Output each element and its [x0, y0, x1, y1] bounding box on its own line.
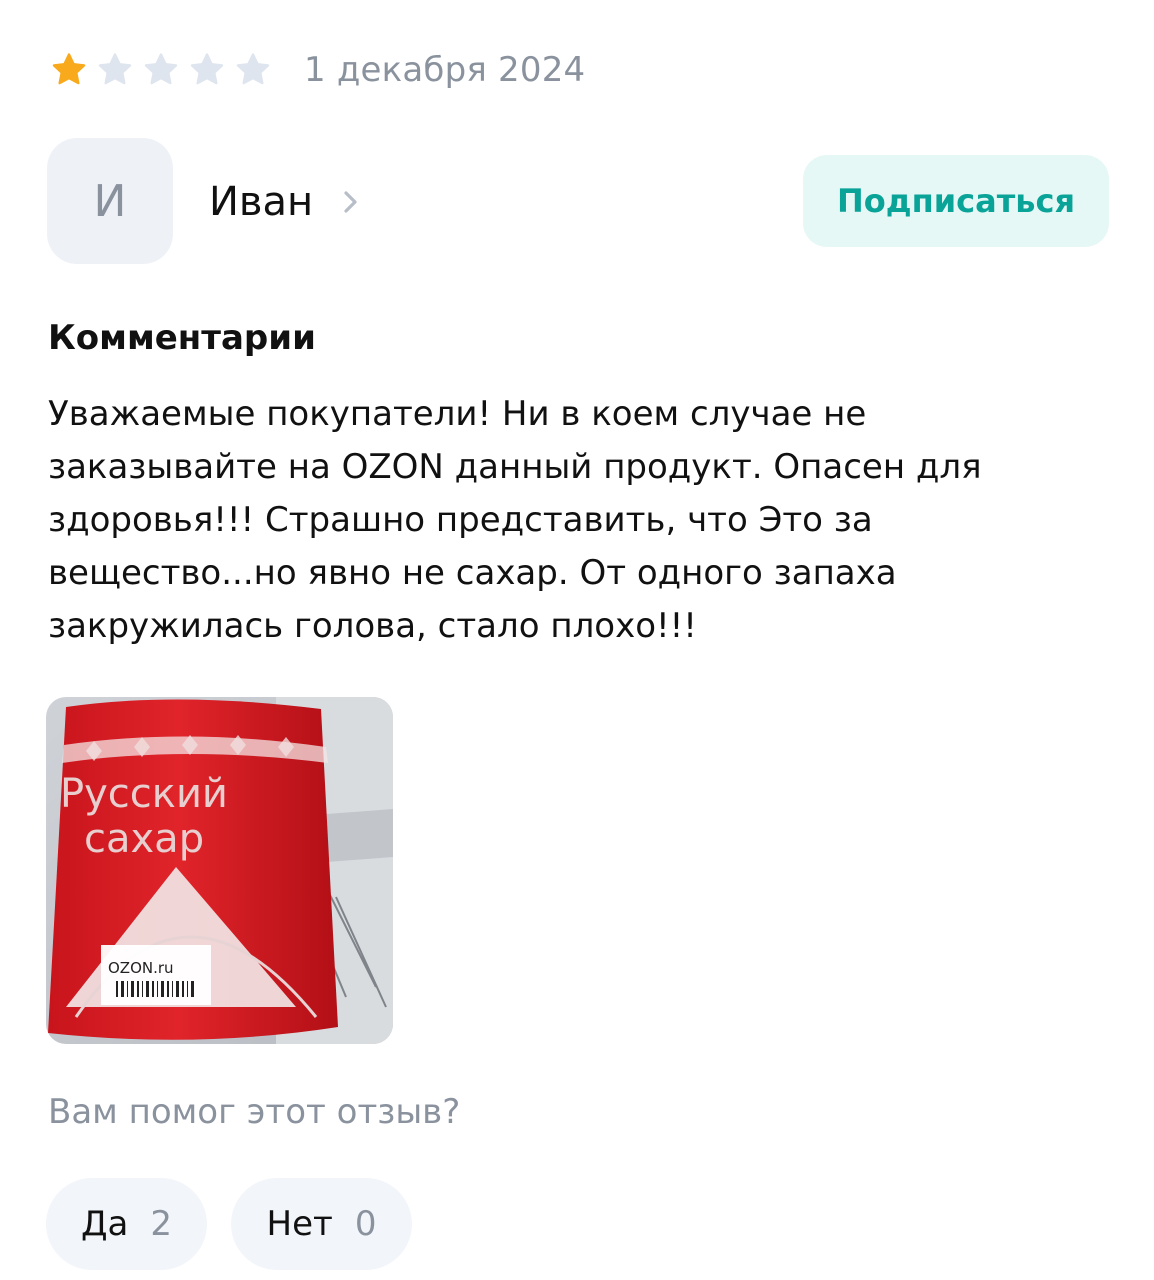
avatar-initial: И [93, 175, 127, 227]
vote-no-label: Нет [266, 1204, 333, 1244]
star-rating [50, 51, 272, 89]
star-icon [234, 51, 272, 89]
vote-yes-button[interactable]: Да 2 [46, 1178, 207, 1270]
vote-no-count: 0 [354, 1204, 377, 1244]
package-text-2: сахар [84, 816, 204, 862]
comment-text: Уважаемые покупатели! Ни в коем случае н… [48, 394, 982, 646]
author-profile-link[interactable]: Иван [209, 174, 361, 230]
helpful-vote-row: Да 2 Нет 0 [46, 1178, 412, 1270]
star-icon [142, 51, 180, 89]
chevron-right-icon [344, 191, 357, 213]
star-icon [188, 51, 226, 89]
comments-heading: Комментарии [48, 318, 316, 358]
helpful-question: Вам помог этот отзыв? [48, 1092, 461, 1132]
sugar-package-photo: Русский сахар OZON.ru [46, 697, 393, 1044]
author-row: И Иван Подписаться [47, 138, 1109, 266]
avatar[interactable]: И [47, 138, 173, 264]
review-rating-row: 1 декабря 2024 [50, 44, 585, 96]
review-photo[interactable]: Русский сахар OZON.ru [46, 697, 393, 1044]
vote-yes-label: Да [80, 1204, 129, 1244]
package-label: OZON.ru [108, 959, 174, 977]
review-date: 1 декабря 2024 [304, 50, 586, 90]
star-icon [50, 51, 88, 89]
vote-no-button[interactable]: Нет 0 [231, 1178, 412, 1270]
author-name: Иван [209, 179, 314, 225]
vote-yes-count: 2 [150, 1204, 173, 1244]
package-text-1: Русский [60, 771, 228, 817]
star-icon [96, 51, 134, 89]
subscribe-button[interactable]: Подписаться [803, 155, 1109, 247]
